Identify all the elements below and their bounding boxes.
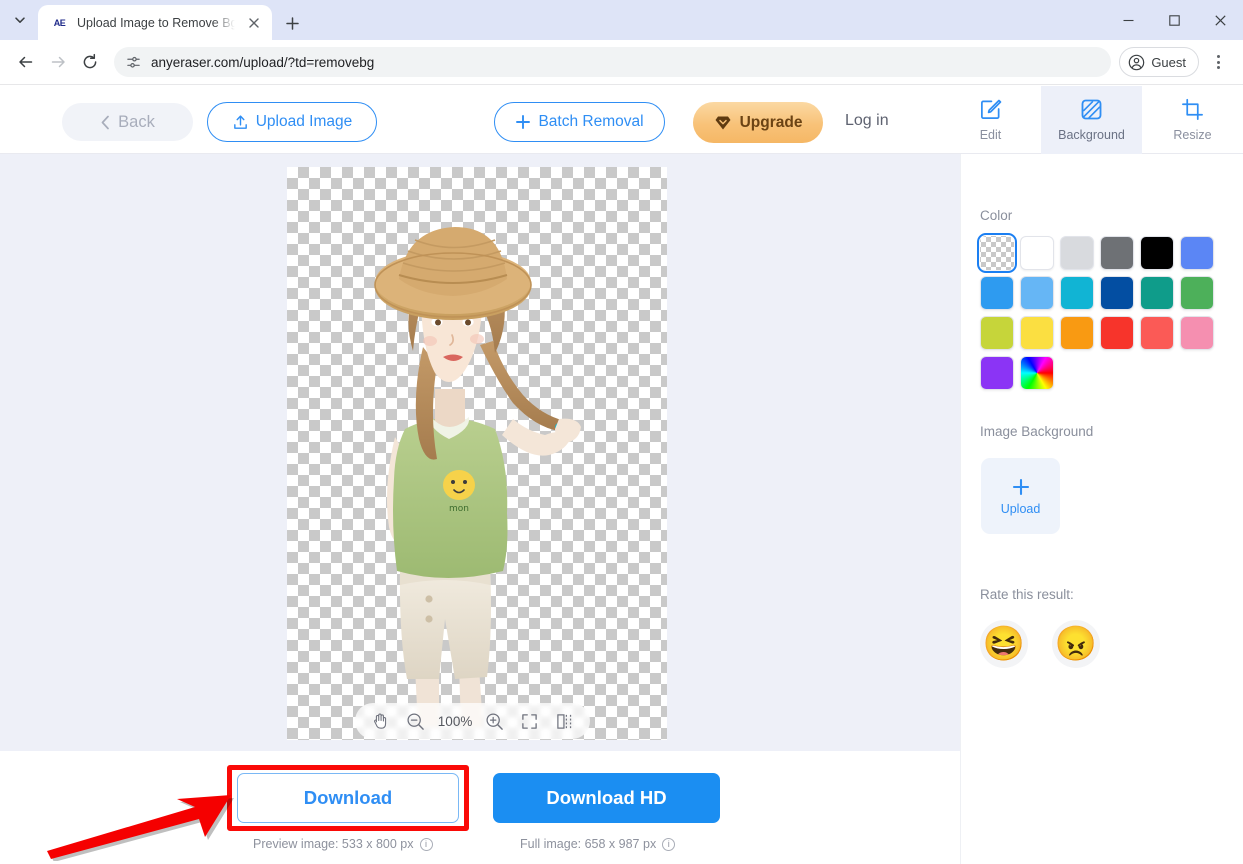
crop-resize-icon: [1181, 98, 1204, 121]
hand-pan-icon[interactable]: [366, 707, 394, 735]
tab-background-label: Background: [1058, 128, 1125, 142]
crown-diamond-icon: [714, 115, 732, 131]
rate-happy-button[interactable]: 😆: [980, 620, 1028, 668]
browser-back-button[interactable]: [10, 46, 42, 78]
upload-image-label: Upload Image: [255, 113, 353, 130]
tab-resize[interactable]: Resize: [1142, 86, 1243, 154]
download-button[interactable]: Download: [237, 773, 459, 823]
rate-angry-button[interactable]: 😠: [1052, 620, 1100, 668]
swatch-red[interactable]: [1100, 316, 1134, 350]
rate-result-buttons: 😆 😠: [980, 620, 1100, 668]
upload-background-label: Upload: [1000, 501, 1041, 516]
site-settings-icon[interactable]: [126, 55, 141, 70]
back-button[interactable]: Back: [62, 103, 193, 141]
fullscreen-expand-icon[interactable]: [516, 707, 544, 735]
tab-edit-label: Edit: [979, 128, 1002, 142]
window-close-icon[interactable]: [1197, 0, 1243, 40]
info-icon[interactable]: i: [662, 837, 676, 851]
anyeraser-logo-icon: AE: [53, 17, 66, 28]
full-size-caption: Full image: 658 x 987 px i: [520, 837, 676, 851]
window-controls: [1105, 0, 1243, 40]
kebab-menu-icon[interactable]: [1203, 47, 1233, 77]
batch-removal-label: Batch Removal: [538, 113, 644, 130]
swatch-black[interactable]: [1140, 236, 1174, 270]
login-button[interactable]: Log in: [845, 112, 889, 130]
profile-guest-button[interactable]: Guest: [1119, 47, 1199, 77]
swatch-pink[interactable]: [1180, 316, 1214, 350]
happy-face-icon: 😆: [982, 625, 1026, 663]
swatch-rainbow-picker[interactable]: [1020, 356, 1054, 390]
maximize-icon[interactable]: [1151, 0, 1197, 40]
color-swatch-grid: [977, 233, 1220, 390]
swatch-white[interactable]: [1020, 236, 1054, 270]
background-hatch-icon: [1080, 98, 1103, 121]
edit-square-icon: [979, 98, 1002, 121]
swatch-cyan[interactable]: [1060, 276, 1094, 310]
color-section-title: Color: [980, 208, 1013, 223]
profile-label: Guest: [1151, 54, 1186, 70]
svg-text:mon: mon: [449, 504, 469, 514]
new-tab-button[interactable]: [278, 9, 306, 37]
address-bar-url: anyeraser.com/upload/?td=removebg: [151, 54, 375, 70]
swatch-purple[interactable]: [980, 356, 1014, 390]
browser-forward-button[interactable]: [42, 46, 74, 78]
compare-split-icon[interactable]: [551, 707, 579, 735]
swatch-coral[interactable]: [1140, 316, 1174, 350]
swatch-teal[interactable]: [1140, 276, 1174, 310]
download-hd-button[interactable]: Download HD: [493, 773, 720, 823]
minimize-icon[interactable]: [1105, 0, 1151, 40]
preview-size-caption: Preview image: 533 x 800 px i: [253, 837, 433, 851]
swatch-lime[interactable]: [980, 316, 1014, 350]
tab-background[interactable]: Background: [1041, 86, 1142, 154]
swatch-light-gray[interactable]: [1060, 236, 1094, 270]
account-circle-icon: [1128, 54, 1145, 71]
tab-search-chevron-icon[interactable]: [6, 6, 34, 34]
plus-icon: [1011, 477, 1031, 497]
preview-size-label: Preview image: 533 x 800 px: [253, 837, 414, 851]
header-tabs: Edit Background Resize: [940, 86, 1243, 154]
zoom-in-icon[interactable]: [481, 707, 509, 735]
subject-image: mon: [374, 227, 581, 727]
upload-icon: [232, 114, 249, 131]
upgrade-label: Upgrade: [739, 113, 803, 131]
canvas-zoom-toolbar: 100%: [355, 703, 590, 739]
browser-tab[interactable]: AE Upload Image to Remove Bg: [38, 5, 272, 40]
upload-background-button[interactable]: Upload: [981, 458, 1060, 534]
swatch-green[interactable]: [1180, 276, 1214, 310]
angry-face-icon: 😠: [1054, 625, 1098, 663]
back-button-label: Back: [118, 112, 155, 131]
plus-icon: [515, 114, 531, 130]
swatch-sky-blue[interactable]: [1020, 276, 1054, 310]
close-icon[interactable]: [244, 13, 264, 33]
browser-toolbar: anyeraser.com/upload/?td=removebg Guest: [0, 40, 1243, 85]
zoom-out-icon[interactable]: [401, 707, 429, 735]
swatch-gray[interactable]: [1100, 236, 1134, 270]
batch-removal-button[interactable]: Batch Removal: [494, 102, 665, 142]
rate-result-title: Rate this result:: [980, 587, 1074, 602]
image-background-section-title: Image Background: [980, 424, 1094, 439]
full-size-label: Full image: 658 x 987 px: [520, 837, 657, 851]
swatch-transparent[interactable]: [977, 233, 1017, 273]
swatch-yellow[interactable]: [1020, 316, 1054, 350]
info-icon[interactable]: i: [419, 837, 433, 851]
browser-tab-strip: AE Upload Image to Remove Bg: [0, 0, 1243, 40]
address-bar[interactable]: anyeraser.com/upload/?td=removebg: [114, 47, 1112, 77]
swatch-orange[interactable]: [1060, 316, 1094, 350]
swatch-periwinkle-blue[interactable]: [1180, 236, 1214, 270]
swatch-navy-blue[interactable]: [1100, 276, 1134, 310]
upload-image-button[interactable]: Upload Image: [207, 102, 377, 142]
image-preview-canvas[interactable]: mon: [287, 167, 667, 740]
tab-title: Upload Image to Remove Bg: [77, 15, 235, 30]
tab-resize-label: Resize: [1173, 128, 1212, 142]
browser-reload-button[interactable]: [74, 46, 106, 78]
chevron-left-icon: [100, 115, 111, 130]
download-bar: [0, 751, 960, 864]
tab-edit[interactable]: Edit: [940, 86, 1041, 154]
zoom-level-label: 100%: [437, 713, 473, 729]
upgrade-button[interactable]: Upgrade: [693, 102, 823, 143]
swatch-azure-blue[interactable]: [980, 276, 1014, 310]
